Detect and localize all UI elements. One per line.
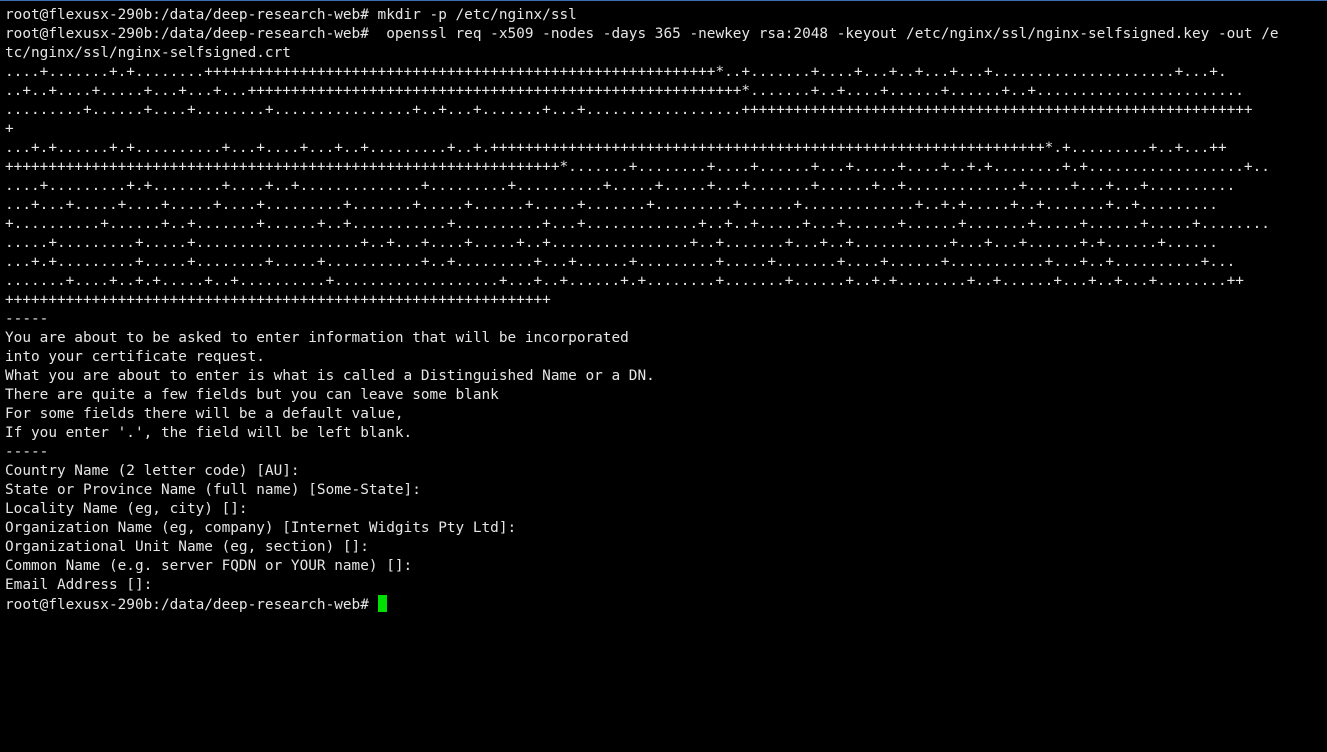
terminal-line: +..........+......+..+.......+......+..+…	[5, 216, 1270, 232]
terminal-line: .........+......+....+........+.........…	[5, 102, 1253, 118]
text-cursor	[377, 595, 387, 612]
terminal-line: Country Name (2 letter code) [AU]:	[5, 463, 300, 479]
terminal-line: What you are about to enter is what is c…	[5, 368, 655, 384]
terminal-line: -----	[5, 311, 49, 327]
terminal-line: Organization Name (eg, company) [Interne…	[5, 520, 517, 536]
terminal-line: For some fields there will be a default …	[5, 406, 404, 422]
terminal-line: Locality Name (eg, city) []:	[5, 501, 248, 517]
terminal-line: ...+.+......+.+..........+...+....+...+.…	[5, 140, 1227, 156]
terminal-line: State or Province Name (full name) [Some…	[5, 482, 421, 498]
terminal-line: Common Name (e.g. server FQDN or YOUR na…	[5, 558, 413, 574]
terminal-output: root@flexusx-290b:/data/deep-research-we…	[5, 6, 1327, 614]
prompt-line[interactable]: root@flexusx-290b:/data/deep-research-we…	[5, 595, 1327, 614]
terminal-line: root@flexusx-290b:/data/deep-research-we…	[5, 7, 577, 23]
terminal-window[interactable]: root@flexusx-290b:/data/deep-research-we…	[0, 0, 1327, 752]
terminal-line: +	[5, 121, 14, 137]
terminal-line: .......+....+..+.+.....+..+..........+..…	[5, 273, 1244, 289]
terminal-line: ..+..+....+.....+...+...+...++++++++++++…	[5, 83, 1244, 99]
terminal-line: ....+.......+.+........+++++++++++++++++…	[5, 64, 1227, 80]
terminal-line: You are about to be asked to enter infor…	[5, 330, 629, 346]
terminal-line: -----	[5, 444, 49, 460]
terminal-line: ...+.+.........+.....+........+.....+...…	[5, 254, 1236, 270]
terminal-line: root@flexusx-290b:/data/deep-research-we…	[5, 26, 1279, 42]
terminal-line: ....+.........+.+........+....+..+......…	[5, 178, 1236, 194]
terminal-line: If you enter '.', the field will be left…	[5, 425, 413, 441]
terminal-line: ...+...+.....+....+.....+....+.........+…	[5, 197, 1218, 213]
shell-prompt: root@flexusx-290b:/data/deep-research-we…	[5, 597, 369, 613]
terminal-line: Organizational Unit Name (eg, section) […	[5, 539, 369, 555]
terminal-line: tc/nginx/ssl/nginx-selfsigned.crt	[5, 45, 291, 61]
terminal-line: There are quite a few fields but you can…	[5, 387, 499, 403]
terminal-line: into your certificate request.	[5, 349, 265, 365]
terminal-line: Email Address []:	[5, 577, 153, 593]
terminal-line: ++++++++++++++++++++++++++++++++++++++++…	[5, 159, 1270, 175]
terminal-line: .....+.........+.....+..................…	[5, 235, 1218, 251]
terminal-line: ++++++++++++++++++++++++++++++++++++++++…	[5, 292, 551, 308]
